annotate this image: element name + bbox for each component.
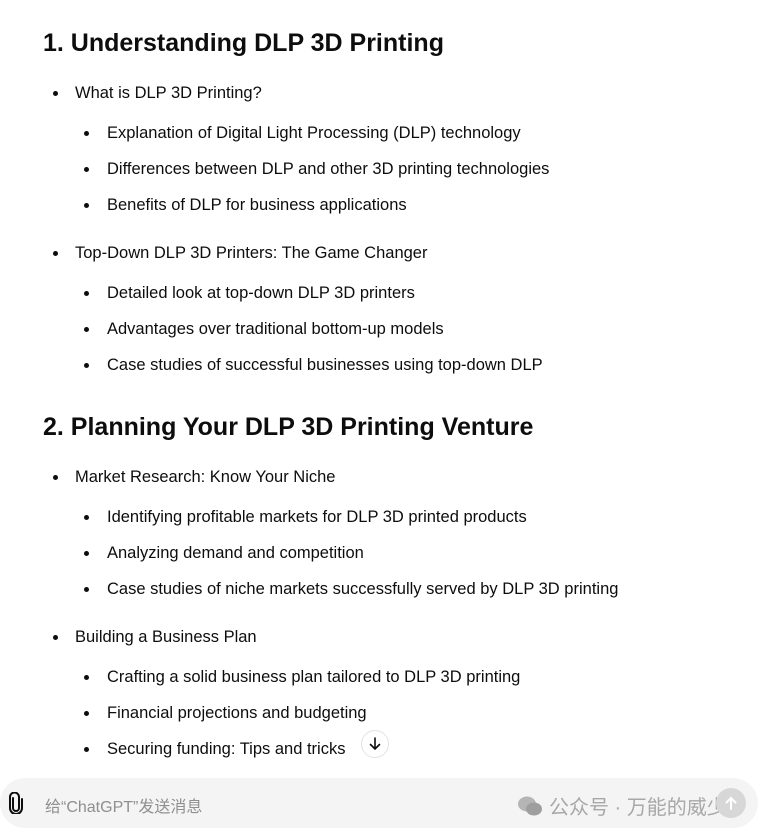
section-heading: 1. Understanding DLP 3D Printing — [43, 29, 444, 57]
list-item: Crafting a solid business plan tailored … — [83, 668, 521, 686]
list-item: Building a Business Plan — [53, 628, 257, 646]
list-item: Detailed look at top-down DLP 3D printer… — [84, 284, 415, 302]
list-item: Analyzing demand and competition — [84, 544, 364, 562]
paperclip-icon — [9, 791, 23, 815]
list-item: Top-Down DLP 3D Printers: The Game Chang… — [52, 244, 428, 262]
send-button[interactable] — [716, 788, 746, 818]
list-item: Identifying profitable markets for DLP 3… — [84, 508, 527, 526]
list-item: Securing funding: Tips and tricks — [83, 740, 346, 758]
list-item: What is DLP 3D Printing? — [53, 84, 262, 102]
list-item: Case studies of niche markets successful… — [83, 580, 619, 598]
list-item: Case studies of successful businesses us… — [84, 356, 543, 374]
watermark-text: 公众号 · 万能的威少 — [549, 797, 727, 819]
message-composer[interactable]: 给“ChatGPT”发送消息 公众号 · 万能的威少 — [0, 778, 758, 828]
list-item: Financial projections and budgeting — [84, 704, 367, 722]
list-item: Differences between DLP and other 3D pri… — [83, 160, 550, 178]
wechat-icon — [518, 796, 542, 815]
arrow-up-icon — [725, 796, 737, 810]
list-item: Explanation of Digital Light Processing … — [84, 124, 521, 142]
scroll-to-bottom-button[interactable] — [361, 730, 389, 758]
list-item: Advantages over traditional bottom-up mo… — [84, 320, 444, 338]
list-item: Benefits of DLP for business application… — [84, 196, 407, 214]
watermark: 公众号 · 万能的威少 — [517, 791, 727, 820]
section-heading: 2. Planning Your DLP 3D Printing Venture — [43, 413, 534, 441]
arrow-down-icon — [369, 737, 381, 751]
message-input[interactable]: 给“ChatGPT”发送消息 — [45, 793, 202, 817]
attach-button[interactable] — [6, 791, 26, 819]
list-item: Market Research: Know Your Niche — [52, 468, 336, 486]
